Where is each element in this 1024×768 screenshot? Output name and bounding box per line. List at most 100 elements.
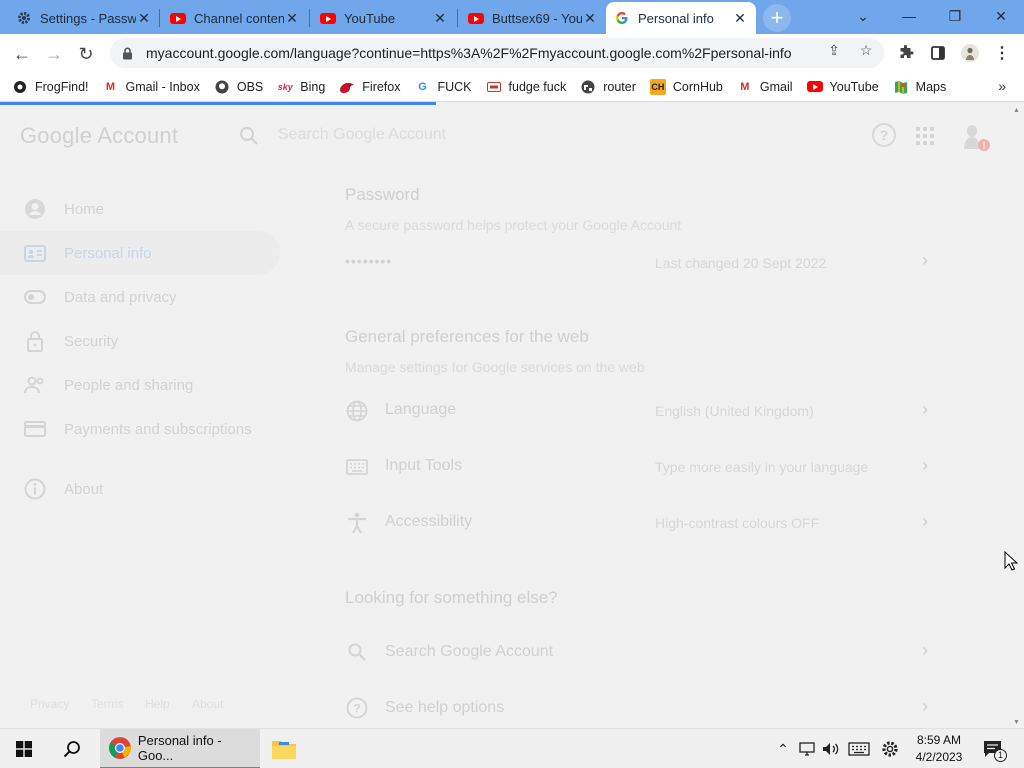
close-icon[interactable]: ✕ [582, 10, 598, 26]
scroll-down-arrow-icon[interactable]: ▼ [1013, 719, 1020, 726]
start-button[interactable] [0, 729, 48, 768]
id-card-icon [24, 242, 46, 264]
volume-icon[interactable] [820, 729, 842, 768]
globe-icon [345, 399, 369, 423]
settings-gear-icon[interactable] [878, 729, 902, 768]
sidebar-item-people-sharing[interactable]: People and sharing [24, 374, 193, 396]
bookmark-frogfind[interactable]: FrogFind! [12, 79, 89, 95]
network-icon[interactable] [796, 729, 818, 768]
sidebar-item-payments[interactable]: Payments and subscriptions [24, 418, 252, 440]
page-scrollbar[interactable]: ▲ ▼ [1010, 105, 1024, 728]
tab-youtube[interactable]: YouTube ✕ [312, 2, 456, 34]
tab-title: Channel content [194, 10, 284, 26]
chrome-menu-icon[interactable]: ⋮ [992, 43, 1012, 63]
bookmark-label: FrogFind! [35, 79, 89, 94]
keyboard-icon[interactable] [846, 729, 872, 768]
search-account-label: Search Google Account [385, 643, 554, 660]
sidebar-item-home[interactable]: Home [24, 198, 104, 220]
maps-icon [893, 79, 909, 95]
google-icon [614, 10, 630, 26]
preferences-section-subtitle: Manage settings for Google services on t… [345, 359, 645, 375]
youtube-icon [468, 10, 484, 26]
restore-button[interactable]: ❐ [932, 0, 978, 32]
bookmark-router[interactable]: router [580, 79, 636, 95]
minimize-button[interactable]: — [886, 0, 932, 32]
bookmark-maps[interactable]: Maps [893, 79, 947, 95]
taskbar-chrome-app[interactable]: Personal info - Goo... [100, 729, 260, 768]
bookmark-label: Maps [915, 79, 947, 94]
footer-privacy-link[interactable]: Privacy [30, 697, 69, 711]
account-avatar[interactable]: ! [960, 119, 992, 155]
bookmark-fuck[interactable]: G FUCK [414, 79, 471, 95]
bookmark-gmail-inbox[interactable]: M Gmail - Inbox [103, 79, 200, 95]
bookmark-youtube[interactable]: YouTube [806, 79, 879, 95]
help-options-label: See help options [385, 699, 505, 716]
close-window-button[interactable]: ✕ [978, 0, 1024, 32]
profile-avatar[interactable] [960, 43, 980, 63]
bookmarks-overflow-icon[interactable]: » [998, 78, 1006, 94]
search-icon [345, 640, 369, 664]
google-account-logo[interactable]: Google Account [20, 123, 178, 149]
sidebar-item-label: People and sharing [64, 376, 194, 394]
notifications-button[interactable]: 1 [980, 729, 1007, 768]
apps-grid-icon[interactable] [916, 127, 934, 145]
url-text[interactable]: myaccount.google.com/language?continue=h… [146, 45, 806, 61]
tab-settings[interactable]: Settings - Passw ✕ [8, 2, 160, 34]
sidebar-item-security[interactable]: Security [24, 330, 118, 352]
bookmark-gmail[interactable]: M Gmail [737, 79, 792, 95]
back-button[interactable]: ← [8, 40, 36, 68]
reload-button[interactable]: ↻ [72, 40, 100, 68]
lock-icon[interactable] [120, 46, 134, 60]
sidebar-item-label: About [64, 480, 104, 498]
tab-channel-content[interactable]: Channel content ✕ [162, 2, 308, 34]
sidebar-item-personal-info[interactable]: Personal info [24, 242, 152, 264]
windows-taskbar: Personal info - Goo... ⌃ 8:59 AM 4/2/202… [0, 728, 1024, 768]
folder-icon [272, 741, 296, 759]
bookmark-fudge-fuck[interactable]: fudge fuck [486, 79, 566, 95]
password-last-changed: Last changed 20 Sept 2022 [655, 255, 827, 271]
tab-search-chevron-icon[interactable]: ⌄ [840, 0, 886, 32]
tray-overflow-chevron-icon[interactable]: ⌃ [772, 729, 794, 768]
extensions-icon[interactable] [896, 43, 916, 63]
bookmark-bing[interactable]: sky Bing [277, 79, 326, 95]
taskbar-clock[interactable]: 8:59 AM 4/2/2023 [908, 732, 970, 766]
tab-title: Buttsex69 - You [492, 10, 582, 26]
youtube-icon [320, 10, 336, 26]
forward-button[interactable]: → [40, 40, 68, 68]
bookmark-label: Firefox [362, 79, 401, 94]
tab-strip: Settings - Passw ✕ Channel content ✕ You… [0, 0, 1024, 34]
new-tab-button[interactable]: + [763, 4, 791, 32]
sidebar-item-data-privacy[interactable]: Data and privacy [24, 286, 177, 308]
address-bar[interactable]: myaccount.google.com/language?continue=h… [110, 38, 884, 68]
frog-icon [12, 79, 28, 95]
tab-buttsex69[interactable]: Buttsex69 - You ✕ [460, 2, 606, 34]
home-icon [24, 198, 46, 220]
search-icon[interactable] [238, 125, 260, 147]
help-icon: ? [345, 696, 369, 720]
lock-icon [24, 330, 46, 352]
footer-about-link[interactable]: About [192, 697, 223, 711]
taskbar-file-explorer[interactable] [264, 729, 304, 768]
bookmark-icon [486, 79, 502, 95]
sidebar-item-label: Payments and subscriptions [64, 420, 252, 438]
account-search-input[interactable]: Search Google Account [278, 126, 446, 144]
tab-personal-info[interactable]: Personal info ✕ [606, 2, 756, 34]
bookmark-label: YouTube [829, 79, 879, 94]
taskbar-search-button[interactable] [50, 729, 94, 768]
close-icon[interactable]: ✕ [432, 10, 448, 26]
bookmark-cornhub[interactable]: CH CornHub [649, 78, 723, 95]
toggle-icon [24, 286, 46, 308]
close-icon[interactable]: ✕ [136, 10, 152, 26]
bookmark-firefox[interactable]: Firefox [339, 79, 400, 95]
scroll-up-arrow-icon[interactable]: ▲ [1013, 107, 1020, 114]
footer-help-link[interactable]: Help [145, 697, 170, 711]
help-icon[interactable]: ? [872, 123, 896, 147]
share-icon[interactable]: ⇪ [825, 41, 843, 59]
bookmark-star-icon[interactable]: ☆ [857, 41, 875, 59]
bookmark-obs[interactable]: OBS [214, 79, 263, 95]
sidebar-item-about[interactable]: About [24, 478, 103, 500]
close-icon[interactable]: ✕ [284, 10, 300, 26]
close-icon[interactable]: ✕ [732, 10, 748, 26]
side-panel-icon[interactable] [928, 43, 948, 63]
footer-terms-link[interactable]: Terms [91, 697, 124, 711]
